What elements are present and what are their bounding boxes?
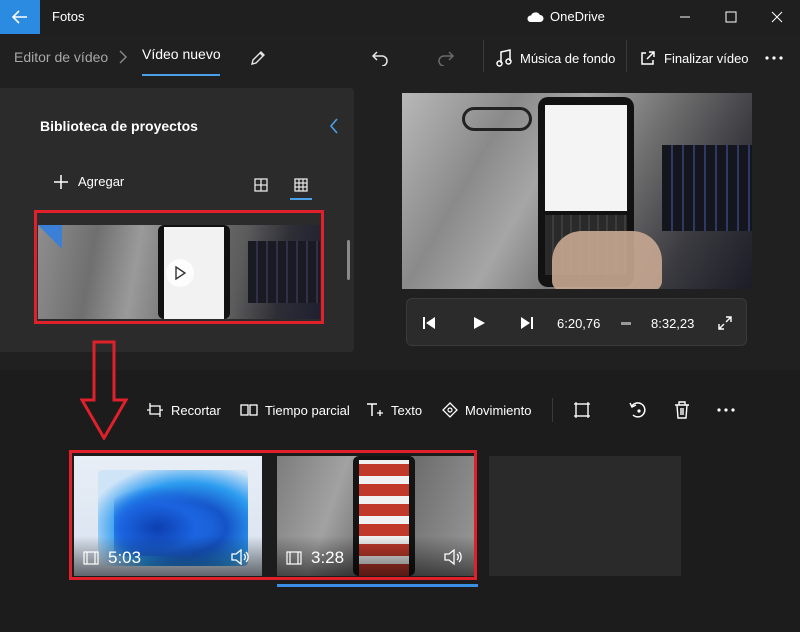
resize-button[interactable]: [570, 398, 594, 422]
text-label: Texto: [391, 402, 423, 418]
background-music-label: Música de fondo: [520, 50, 616, 66]
hand-image: [552, 231, 662, 289]
delete-icon: [675, 401, 689, 419]
app-title: Fotos: [52, 9, 85, 24]
minimize-button[interactable]: [662, 0, 708, 34]
title-underline: [142, 74, 220, 76]
maximize-icon: [725, 11, 737, 23]
redo-icon: [438, 51, 455, 66]
resize-icon: [574, 402, 590, 418]
text-button[interactable]: Texto: [366, 400, 422, 420]
onedrive-label: OneDrive: [550, 9, 605, 24]
chevron-right-icon: [119, 50, 127, 64]
grid-small-icon: [254, 178, 268, 192]
undo-button[interactable]: [366, 44, 394, 72]
finish-video-label: Finalizar vídeo: [664, 50, 749, 66]
chevron-left-icon: [329, 118, 338, 134]
toolbar-divider: [552, 398, 553, 422]
finish-video-button[interactable]: Finalizar vídeo: [640, 44, 749, 72]
page-title: Vídeo nuevo: [142, 46, 221, 62]
current-time: 6:20,76: [557, 316, 601, 331]
total-time: 8:32,23: [651, 316, 695, 331]
selected-clip-indicator: [277, 584, 478, 587]
music-note-icon: [496, 49, 512, 67]
delete-button[interactable]: [670, 398, 694, 422]
motion-icon: [442, 402, 458, 418]
close-button[interactable]: [754, 0, 800, 34]
undo-icon: [371, 51, 388, 66]
split-icon: [240, 404, 258, 416]
fullscreen-icon: [718, 316, 732, 330]
header-divider: [483, 40, 484, 72]
background-music-button[interactable]: Música de fondo: [496, 44, 615, 72]
trim-button[interactable]: Recortar: [146, 400, 221, 420]
more-icon: [765, 56, 783, 60]
editor-header: Editor de vídeo Vídeo nuevo Música de fo…: [0, 34, 800, 84]
trim-icon: [147, 403, 163, 417]
grid-large-icon: [294, 178, 308, 192]
down-arrow-annotation: [80, 340, 128, 440]
empty-clip-slot[interactable]: [489, 456, 681, 576]
more-options-button[interactable]: [760, 44, 788, 72]
onedrive-cloud-icon: [527, 11, 544, 22]
back-arrow-icon: [12, 10, 27, 24]
close-icon: [771, 11, 783, 23]
large-thumbnail-view-button[interactable]: [250, 174, 272, 196]
highlight-library-thumbnail: [34, 210, 324, 324]
breadcrumb-video-editor[interactable]: Editor de vídeo: [14, 49, 108, 65]
onedrive-status[interactable]: OneDrive: [526, 9, 605, 24]
next-frame-button[interactable]: [515, 311, 539, 335]
rotate-button[interactable]: [626, 398, 650, 422]
previous-frame-button[interactable]: [417, 311, 441, 335]
skip-forward-icon: [521, 317, 533, 329]
highlight-storyboard-clips: [69, 450, 477, 580]
play-icon: [474, 317, 485, 329]
back-button[interactable]: [0, 0, 40, 34]
add-media-button[interactable]: Agregar: [54, 174, 124, 189]
more-options-button[interactable]: [714, 398, 738, 422]
header-divider: [626, 40, 627, 72]
add-media-label: Agregar: [78, 174, 125, 189]
motion-label: Movimiento: [465, 402, 532, 418]
phone-screen-image: [545, 105, 627, 211]
collapse-library-button[interactable]: [324, 116, 344, 136]
minimize-icon: [680, 16, 690, 18]
title-bar: Fotos OneDrive: [0, 0, 800, 34]
progress-separator: [621, 322, 631, 325]
split-button[interactable]: Tiempo parcial: [240, 400, 350, 420]
small-thumbnail-view-button[interactable]: [290, 174, 312, 196]
fullscreen-button[interactable]: [713, 311, 737, 335]
maximize-button[interactable]: [708, 0, 754, 34]
split-label: Tiempo parcial: [265, 402, 350, 418]
library-title: Biblioteca de proyectos: [40, 118, 198, 134]
skip-back-icon: [423, 317, 435, 329]
play-button[interactable]: [467, 311, 491, 335]
rename-project-button[interactable]: [246, 46, 270, 70]
share-export-icon: [641, 51, 655, 65]
glasses-image: [462, 107, 532, 131]
keyboard-image: [662, 145, 752, 231]
pencil-icon: [251, 51, 265, 65]
library-scrollbar[interactable]: [347, 240, 350, 280]
plus-icon: [54, 174, 68, 189]
more-icon: [717, 408, 735, 412]
redo-button[interactable]: [432, 44, 460, 72]
motion-button[interactable]: Movimiento: [442, 400, 531, 420]
playback-controls: 6:20,76 8:32,23: [406, 298, 747, 346]
video-preview: [402, 93, 752, 289]
view-selected-indicator: [290, 198, 312, 200]
trim-label: Recortar: [171, 402, 221, 418]
text-icon: [367, 403, 383, 416]
rotate-icon: [629, 402, 646, 418]
